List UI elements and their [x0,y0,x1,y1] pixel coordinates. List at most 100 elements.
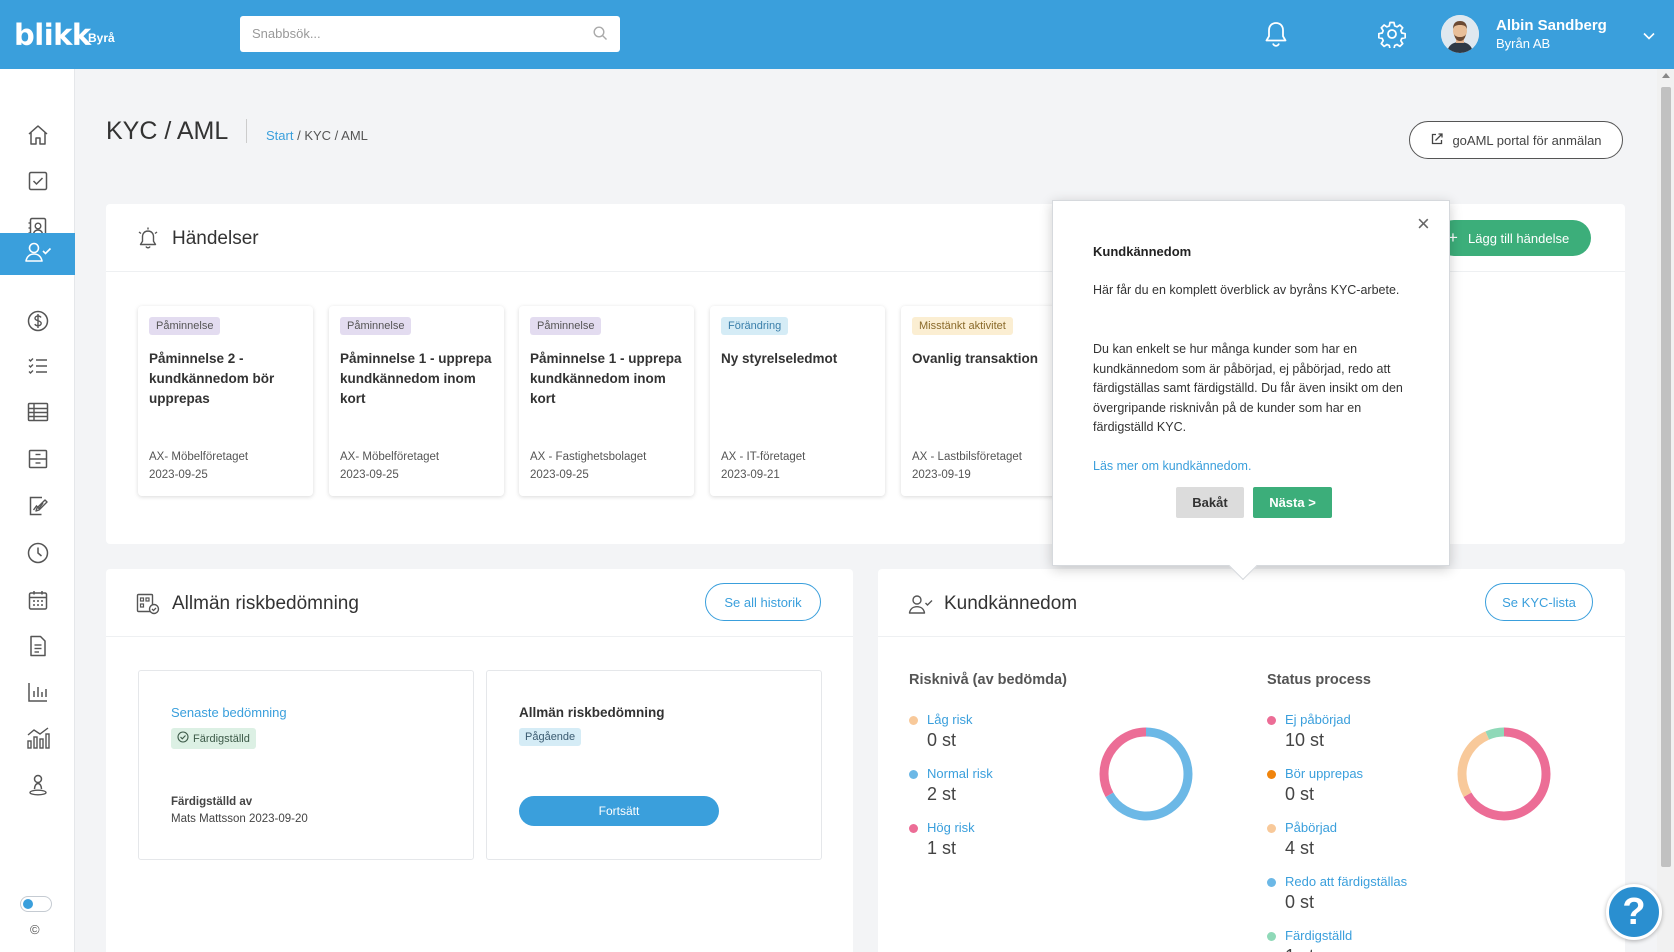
event-date: 2023-09-25 [149,469,208,481]
theme-toggle[interactable] [20,896,52,912]
current-assessment-box: Allmän riskbedömning Pågående Fortsätt [486,670,822,860]
legend-label[interactable]: Färdigställd [1285,928,1352,943]
see-history-button[interactable]: Se all historik [705,583,821,621]
legend-dot [909,716,918,725]
completed-by-label: Färdigställd av [171,796,253,808]
sidebar-item-table[interactable] [0,393,75,435]
event-badge: Påminnelse [530,317,602,335]
legend-dot [1267,932,1276,941]
legend-label[interactable]: Ej påbörjad [1285,712,1351,727]
close-icon[interactable]: × [1417,211,1430,237]
search-box [240,16,620,52]
event-card[interactable]: Påminnelse Påminnelse 1 - upprepa kundkä… [519,306,694,496]
goaml-portal-button[interactable]: goAML portal för anmälan [1409,121,1623,159]
breadcrumb-separator: / [293,128,305,143]
sidebar-item-reports[interactable] [0,673,75,715]
event-card[interactable]: Misstänkt aktivitet Ovanlig transaktion … [901,306,1076,496]
legend-label[interactable]: Normal risk [927,766,993,781]
next-button[interactable]: Nästa > [1253,487,1332,518]
kyc-user-icon [24,240,52,269]
back-button[interactable]: Bakåt [1176,487,1244,518]
sidebar-item-kyc[interactable] [0,233,75,275]
legend-label[interactable]: Påbörjad [1285,820,1337,835]
read-more-link[interactable]: Läs mer om kundkännedom. [1093,459,1251,473]
event-badge: Misstänkt aktivitet [912,317,1013,335]
top-bar: blikk Byrå Albin Sandberg Byrån AB [0,0,1674,69]
task-check-icon [26,169,50,198]
sidebar-item-archive[interactable] [0,440,75,482]
person-pin-icon [26,773,50,802]
logo[interactable]: blikk [14,18,91,52]
latest-assessment-box: Senaste bedömning Färdigställd Färdigstä… [138,670,474,860]
avatar[interactable] [1441,15,1479,53]
event-client: AX - Fastighetsbolaget [530,451,647,463]
continue-button[interactable]: Fortsätt [519,796,719,826]
dollar-icon [26,309,50,338]
sidebar-item-person[interactable] [0,766,75,808]
search-icon[interactable] [593,26,608,46]
event-card[interactable]: Förändring Ny styrelseledmot AX - IT-för… [710,306,885,496]
sidebar-item-documents[interactable] [0,487,75,529]
risk-donut-chart [1099,727,1193,821]
event-client: AX- Möbelföretaget [340,451,440,463]
sidebar-item-calendar[interactable] [0,581,75,623]
legend-value: 1 st [927,838,957,858]
legend-value: 1 st [1285,946,1314,952]
latest-assessment-link[interactable]: Senaste bedömning [171,705,287,720]
sidebar-item-home[interactable] [0,116,75,158]
archive-icon [26,447,50,476]
event-date: 2023-09-21 [721,469,780,481]
legend-label[interactable]: Redo att färdigställas [1285,874,1407,889]
current-assessment-title: Allmän riskbedömning [519,705,665,720]
user-organization[interactable]: Byrån AB [1496,36,1550,51]
analytics-icon [25,726,51,755]
document-chart-icon [26,494,50,523]
legend-label[interactable]: Bör upprepas [1285,766,1363,781]
status-badge: Pågående [519,728,582,746]
sidebar-item-finance[interactable] [0,302,75,344]
add-event-label: Lägg till händelse [1468,230,1570,246]
user-name[interactable]: Albin Sandberg [1496,17,1607,34]
help-button[interactable]: ? [1606,884,1662,940]
legend-label[interactable]: Låg risk [927,712,973,727]
add-event-button[interactable]: + Lägg till händelse [1436,220,1591,256]
event-badge: Påminnelse [149,317,221,335]
alarm-bell-icon [136,226,160,255]
legend-value: 4 st [1285,838,1315,858]
chevron-down-icon[interactable] [1642,28,1656,46]
bell-icon[interactable] [1263,20,1289,53]
event-client: AX- Möbelföretaget [149,451,249,463]
event-date: 2023-09-25 [530,469,589,481]
scrollbar[interactable] [1657,69,1674,952]
kyc-card-header: Kundkännedom Se KYC-lista [878,569,1625,637]
scroll-up-arrow-icon[interactable] [1662,73,1670,78]
breadcrumb-start-link[interactable]: Start [266,128,293,143]
legend-label[interactable]: Hög risk [927,820,975,835]
status-process-heading: Status process [1267,672,1371,688]
scrollbar-thumb[interactable] [1661,87,1671,867]
event-card[interactable]: Påminnelse Påminnelse 2 - kundkännedom b… [138,306,313,496]
risk-level-heading: Risknivå (av bedömda) [909,672,1067,688]
sidebar-item-time[interactable] [0,534,75,576]
sidebar-item-checklist[interactable] [0,347,75,389]
event-client: AX - IT-företaget [721,451,806,463]
status-badge: Färdigställd [171,728,256,749]
sidebar-item-tasks[interactable] [0,162,75,204]
status-donut-chart [1457,727,1551,821]
see-kyc-list-button[interactable]: Se KYC-lista [1485,583,1593,621]
popover-title: Kundkännedom [1093,244,1192,259]
table-icon [26,400,50,429]
calendar-icon [26,588,50,617]
gear-icon[interactable] [1377,20,1407,53]
popover-intro: Här får du en komplett överblick av byrå… [1093,283,1400,297]
event-title: Påminnelse 1 - upprepa kundkännedom inom… [340,351,492,406]
risk-card-title: Allmän riskbedömning [172,593,359,614]
sidebar-item-analytics[interactable] [0,719,75,761]
kyc-card: Kundkännedom Se KYC-lista Risknivå (av b… [878,569,1625,952]
risk-grid-icon [136,593,160,620]
event-card[interactable]: Påminnelse Påminnelse 1 - upprepa kundkä… [329,306,504,496]
sidebar-item-files[interactable] [0,627,75,669]
legend-dot [1267,770,1276,779]
search-input[interactable] [252,16,572,50]
kyc-user-icon [908,593,934,620]
